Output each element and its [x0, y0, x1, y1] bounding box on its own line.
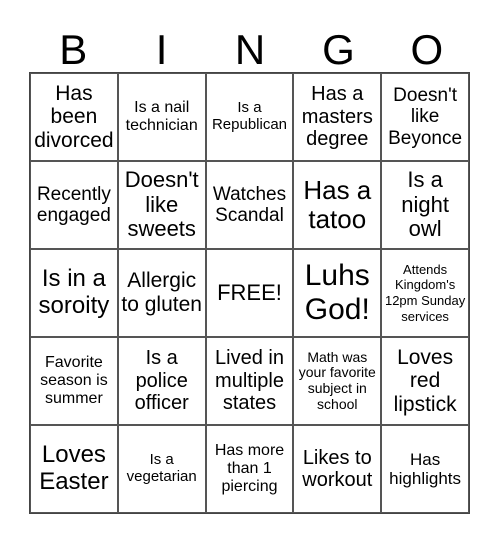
bingo-cell[interactable]: Allergic to gluten — [117, 249, 206, 337]
bingo-cell[interactable]: Likes to workout — [293, 425, 382, 513]
bingo-cell[interactable]: Attends Kingdom's 12pm Sunday services — [381, 249, 469, 337]
bingo-cell[interactable]: Math was your favorite subject in school — [293, 337, 382, 425]
bingo-cell[interactable]: Has a masters degree — [293, 73, 382, 161]
bingo-cell[interactable]: Has highlights — [381, 425, 469, 513]
bingo-cell[interactable]: Is a Republican — [205, 73, 294, 161]
bingo-cell[interactable]: Doesn't like Beyonce — [381, 73, 469, 161]
bingo-cell[interactable]: Is a nail technician — [117, 73, 206, 161]
header-letter-b: B — [59, 26, 88, 73]
bingo-cell[interactable]: Is in a soroity — [30, 249, 118, 337]
header-letter-i: I — [155, 26, 168, 73]
free-space[interactable]: FREE! — [205, 249, 294, 337]
header-letter-g: G — [322, 26, 355, 73]
bingo-cell[interactable]: Has a tatoo — [293, 161, 382, 249]
bingo-cell[interactable]: Luhs God! — [293, 249, 382, 337]
bingo-cell[interactable]: Recently engaged — [30, 161, 118, 249]
bingo-cell[interactable]: Has more than 1 piercing — [205, 425, 294, 513]
bingo-cell[interactable]: Favorite season is summer — [30, 337, 118, 425]
bingo-grid: Has been divorced Is a nail technician I… — [29, 72, 470, 514]
bingo-cell[interactable]: Watches Scandal — [205, 161, 294, 249]
bingo-header: B I N G O — [29, 28, 471, 72]
bingo-cell[interactable]: Is a police officer — [117, 337, 206, 425]
bingo-cell[interactable]: Is a vegetarian — [117, 425, 206, 513]
bingo-cell[interactable]: Loves red lipstick — [381, 337, 469, 425]
bingo-cell[interactable]: Loves Easter — [30, 425, 118, 513]
header-letter-n: N — [234, 26, 266, 73]
bingo-cell[interactable]: Lived in multiple states — [205, 337, 294, 425]
bingo-cell[interactable]: Is a night owl — [381, 161, 469, 249]
bingo-cell[interactable]: Doesn't like sweets — [117, 161, 206, 249]
header-letter-o: O — [410, 26, 444, 73]
bingo-cell[interactable]: Has been divorced — [30, 73, 118, 161]
